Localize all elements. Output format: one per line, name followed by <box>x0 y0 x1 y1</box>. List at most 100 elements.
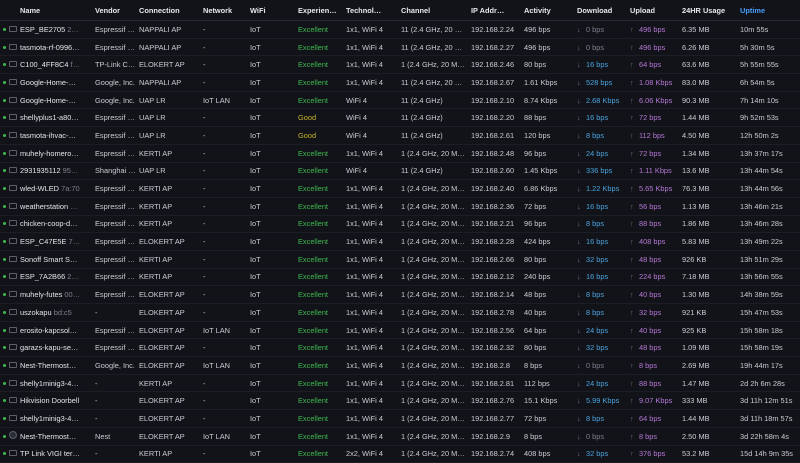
download-arrow-icon: ↓ <box>577 237 586 246</box>
client-name[interactable]: uszokapu bd:c5 <box>20 308 95 317</box>
table-row[interactable]: 2931935112 95…Shanghai …UAP LR-IoTExcell… <box>0 163 800 181</box>
table-row[interactable]: tasmota-rf-0996… Espressif …NAPPALI AP-I… <box>0 39 800 57</box>
client-name-suffix: 7a:70 <box>61 184 80 193</box>
client-ip-address: 192.168.2.77 <box>471 414 524 423</box>
table-row[interactable]: TP Link VIGI ter… -KERTI AP-IoTExcellent… <box>0 446 800 463</box>
column-wifi[interactable]: WiFi <box>250 6 298 15</box>
client-upload: ↑9.07 Kbps <box>630 396 682 405</box>
client-name[interactable]: chicken-coop-d… <box>20 219 95 228</box>
table-row[interactable]: muhely-homero… Espressif …KERTI AP-IoTEx… <box>0 145 800 163</box>
column-experience[interactable]: Experien… <box>298 6 346 15</box>
table-row[interactable]: erosito-kapcsol… Espressif …ELOKERT APIo… <box>0 322 800 340</box>
table-row[interactable]: ESP_7A2B66 2…Espressif …KERTI AP-IoTExce… <box>0 269 800 287</box>
column-channel[interactable]: Channel <box>401 6 471 15</box>
download-arrow-icon: ↓ <box>577 202 586 211</box>
table-row[interactable]: weatherstation …Espressif …KERTI AP-IoTE… <box>0 198 800 216</box>
client-name[interactable]: Nest-Thermost… <box>20 432 95 441</box>
client-experience: Excellent <box>298 219 346 228</box>
client-name[interactable]: shellyplus1-a80… <box>20 113 95 122</box>
client-name[interactable]: weatherstation … <box>20 202 95 211</box>
client-24hr-usage: 1.44 MB <box>682 414 740 423</box>
column-ip-address[interactable]: IP Addr… <box>471 6 524 15</box>
client-name[interactable]: tasmota-ihvac-… <box>20 131 95 140</box>
client-name[interactable]: ESP_BE2705 2… <box>20 25 95 34</box>
column-uptime[interactable]: Uptime <box>740 6 800 15</box>
column-vendor[interactable]: Vendor <box>95 6 139 15</box>
client-vendor: Nest <box>95 432 139 441</box>
upload-value: 376 bps <box>639 449 665 458</box>
column-activity[interactable]: Activity <box>524 6 577 15</box>
table-row[interactable]: Nest-Thermost… Google, Inc.ELOKERT APIoT… <box>0 357 800 375</box>
client-name[interactable]: C100_4FF8C4 f… <box>20 60 95 69</box>
client-name[interactable]: shelly1minig3-4… <box>20 414 95 423</box>
table-row[interactable]: wled-WLED 7a:70Espressif …KERTI AP-IoTEx… <box>0 180 800 198</box>
table-row[interactable]: Google-Home-… Google, Inc.NAPPALI AP-IoT… <box>0 74 800 92</box>
client-uptime: 3d 11h 12m 51s <box>740 396 800 405</box>
column-upload[interactable]: Upload <box>630 6 682 15</box>
client-name[interactable]: muhely-futes 00… <box>20 290 95 299</box>
table-row[interactable]: muhely-futes 00…Espressif …ELOKERT AP-Io… <box>0 286 800 304</box>
client-wifi: IoT <box>250 272 298 281</box>
client-wifi: IoT <box>250 78 298 87</box>
client-24hr-usage: 333 MB <box>682 396 740 405</box>
device-type-cell <box>9 272 20 281</box>
table-row[interactable]: C100_4FF8C4 f…TP-Link C…ELOKERT AP-IoTEx… <box>0 56 800 74</box>
table-row[interactable]: ESP_C47E5E 7…Espressif …ELOKERT AP-IoTEx… <box>0 233 800 251</box>
client-name[interactable]: tasmota-rf-0996… <box>20 43 95 52</box>
client-download: ↓5.99 Kbps <box>577 396 630 405</box>
column-name[interactable]: Name <box>20 6 95 15</box>
client-name-text: garazs-kapu-se… <box>20 343 78 352</box>
table-row[interactable]: ESP_BE2705 2…Espressif …NAPPALI AP-IoTEx… <box>0 21 800 39</box>
status-dot-icon <box>3 435 6 438</box>
client-name-text: Google-Home-… <box>20 78 76 87</box>
download-arrow-icon: ↓ <box>577 25 586 34</box>
client-name[interactable]: Nest-Thermost… <box>20 361 95 370</box>
online-status-dot <box>0 152 9 155</box>
client-name[interactable]: erosito-kapcsol… <box>20 326 95 335</box>
client-name[interactable]: 2931935112 95… <box>20 166 95 175</box>
client-activity: 72 bps <box>524 202 577 211</box>
client-name[interactable]: shelly1minig3-4… <box>20 379 95 388</box>
status-dot-icon <box>3 346 6 349</box>
online-status-dot <box>0 134 9 137</box>
client-name[interactable]: Hikvision Doorbell <box>20 396 95 405</box>
table-row[interactable]: shelly1minig3-4… -KERTI AP-IoTExcellent1… <box>0 375 800 393</box>
upload-arrow-icon: ↑ <box>630 308 639 317</box>
table-row[interactable]: tasmota-ihvac-… Espressif …UAP LR-IoTGoo… <box>0 127 800 145</box>
table-row[interactable]: uszokapu bd:c5-ELOKERT AP-IoTExcellent1x… <box>0 304 800 322</box>
client-upload: ↑6.06 Kbps <box>630 96 682 105</box>
table-row[interactable]: Hikvision Doorbell -ELOKERT AP-IoTExcell… <box>0 392 800 410</box>
client-name[interactable]: ESP_C47E5E 7… <box>20 237 95 246</box>
table-row[interactable]: Google-Home-… Google, Inc.UAP LRIoT LANI… <box>0 92 800 110</box>
client-name[interactable]: ESP_7A2B66 2… <box>20 272 95 281</box>
client-name[interactable]: garazs-kapu-se… <box>20 343 95 352</box>
client-technology: 1x1, WiFi 4 <box>346 78 401 87</box>
column-download[interactable]: Download <box>577 6 630 15</box>
upload-value: 72 bps <box>639 113 661 122</box>
device-type-cell <box>9 149 20 158</box>
client-name[interactable]: muhely-homero… <box>20 149 95 158</box>
column-technology[interactable]: Technol… <box>346 6 401 15</box>
client-experience: Excellent <box>298 396 346 405</box>
client-download: ↓8 bps <box>577 308 630 317</box>
table-row[interactable]: shelly1minig3-4… -ELOKERT AP-IoTExcellen… <box>0 410 800 428</box>
client-technology: 1x1, WiFi 4 <box>346 272 401 281</box>
client-name[interactable]: TP Link VIGI ter… <box>20 449 95 458</box>
table-row[interactable]: shellyplus1-a80… Espressif …UAP LR-IoTGo… <box>0 109 800 127</box>
client-name[interactable]: Sonoff Smart S… <box>20 255 95 264</box>
client-name[interactable]: wled-WLED 7a:70 <box>20 184 95 193</box>
clients-table: Name Vendor Connection Network WiFi Expe… <box>0 0 800 463</box>
table-row[interactable]: Nest-Thermost… NestELOKERT APIoT LANIoTE… <box>0 428 800 446</box>
client-name[interactable]: Google-Home-… <box>20 78 95 87</box>
column-network[interactable]: Network <box>203 6 250 15</box>
table-row[interactable]: garazs-kapu-se… Espressif …ELOKERT AP-Io… <box>0 339 800 357</box>
upload-arrow-icon: ↑ <box>630 184 639 193</box>
column-connection[interactable]: Connection <box>139 6 203 15</box>
column-24hr-usage[interactable]: 24HR Usage <box>682 6 740 15</box>
table-row[interactable]: Sonoff Smart S… Espressif …KERTI AP-IoTE… <box>0 251 800 269</box>
client-ip-address: 192.168.2.48 <box>471 149 524 158</box>
table-row[interactable]: chicken-coop-d… Espressif …KERTI AP-IoTE… <box>0 216 800 234</box>
client-vendor: Espressif … <box>95 113 139 122</box>
client-name[interactable]: Google-Home-… <box>20 96 95 105</box>
status-dot-icon <box>3 63 6 66</box>
